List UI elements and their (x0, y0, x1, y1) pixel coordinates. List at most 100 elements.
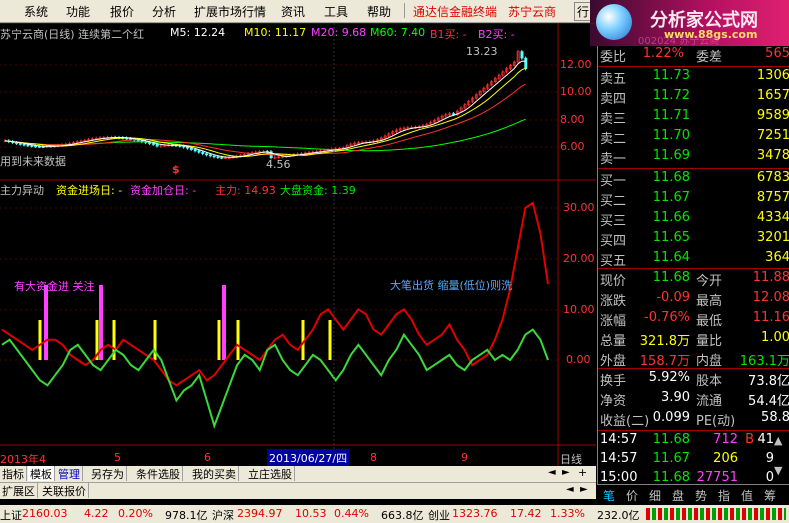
prev-arrow-icon[interactable]: ◄ (548, 467, 556, 478)
stat-label: 最高 (696, 294, 723, 309)
indicator-tabbar: 指标 模板 管理 另存为 条件选股 我的买卖 立庄选股 ◄ ► + (0, 466, 596, 482)
bid-label: 买二 (600, 194, 627, 209)
chart-canvas[interactable] (0, 23, 596, 466)
menu-analysis[interactable]: 分析 (152, 3, 176, 20)
scroll-up-icon[interactable]: ▲ (774, 434, 782, 447)
right-tab[interactable]: 盘 (672, 487, 684, 504)
ma60-label: M60: 7.40 (370, 26, 426, 39)
market-breadth-bar (646, 508, 786, 520)
bid-volume: 364 (765, 250, 789, 265)
right-tab[interactable]: 笔 (603, 487, 615, 504)
fund-add-label: 资金加仓日: - (130, 184, 197, 197)
order-ratio-value: 1.22% (642, 46, 684, 61)
cy-value: 1323.76 (452, 507, 498, 520)
bid-row: 买一 11.68 6783 (598, 170, 789, 190)
add-icon[interactable]: + (578, 466, 587, 479)
period-label[interactable]: 日线 (560, 451, 582, 467)
tick-time: 15:00 (600, 470, 638, 485)
ma60-line (4, 118, 526, 152)
tab-dealer-pick[interactable]: 立庄选股 (246, 466, 295, 481)
menu-link-stock[interactable]: 苏宁云商 (508, 3, 556, 20)
hs-amount: 663.8亿 (381, 509, 424, 522)
hs-value: 2394.97 (237, 507, 283, 520)
menu-tools[interactable]: 工具 (324, 3, 348, 20)
tick-volume: 27751 (696, 470, 738, 485)
next-arrow-icon[interactable]: ► (562, 467, 570, 478)
menu-extended-market[interactable]: 扩展市场行情 (194, 3, 266, 20)
right-tab[interactable]: 值 (741, 487, 753, 504)
bid-volume: 3201 (756, 230, 789, 245)
cy-change: 17.42 (510, 507, 542, 520)
tab-condition-pick[interactable]: 条件选股 (134, 466, 183, 481)
scroll-down-icon[interactable]: ▼ (774, 464, 782, 477)
tick-time: 14:57 (600, 451, 638, 466)
stat-value: 163.1万 (739, 354, 789, 369)
menu-system[interactable]: 系统 (24, 3, 48, 20)
tick-volume: 206 (713, 451, 738, 466)
stat-label: 现价 (600, 274, 627, 289)
stat-value: 5.92% (648, 370, 690, 385)
candle-body (34, 145, 38, 148)
tab-extension[interactable]: 扩展区 (0, 483, 38, 498)
order-ratio-row: 委比 1.22% 委差 565 (598, 46, 789, 66)
stat2-row: 收益(二) 0.099 PE(动) 58.8 (598, 410, 789, 430)
menu-function[interactable]: 功能 (66, 3, 90, 20)
stat-value: 11.16 (752, 310, 789, 325)
candle-body (193, 149, 197, 152)
signal-annotation-buy: 有大资金进 关注 (14, 280, 95, 293)
prev-arrow-icon[interactable]: ◄ (566, 484, 574, 495)
menu-news[interactable]: 资讯 (281, 3, 305, 20)
price-ytick: 8.00 (560, 113, 585, 126)
stat-label: 总量 (600, 334, 627, 349)
next-arrow-icon[interactable]: ► (580, 484, 588, 495)
chart-panel[interactable]: 苏宁云商(日线) 连续第二个红 M5: 12.24 M10: 11.17 M20… (0, 23, 596, 467)
tab-save-as[interactable]: 另存为 (89, 466, 127, 481)
price-ytick: 12.00 (560, 58, 592, 71)
tab-related-quote[interactable]: 关联报价 (40, 483, 89, 498)
price-ytick: 6.00 (560, 140, 585, 153)
stat-row: 涨跌 -0.09 最高 12.08 (598, 290, 789, 310)
candle-body (520, 51, 524, 59)
right-tab[interactable]: 筹 (764, 487, 776, 504)
tab-my-trades[interactable]: 我的买卖 (190, 466, 239, 481)
market-fund-label: 大盘资金: 1.39 (280, 184, 356, 197)
candle-body (22, 143, 26, 146)
hs-label: 沪深 (212, 509, 234, 522)
tick-price: 11.68 (652, 432, 690, 447)
ind-ytick: 0.00 (566, 353, 591, 366)
right-tab[interactable]: 指 (718, 487, 730, 504)
stat-row: 总量 321.8万 量比 1.00 (598, 330, 789, 350)
divider (598, 368, 789, 369)
ma10-label: M10: 11.17 (244, 26, 307, 39)
ma5-line (4, 60, 526, 158)
sh-change: 4.22 (84, 507, 109, 520)
ask-price: 11.71 (652, 108, 690, 123)
candle-body (197, 150, 201, 153)
candle-body (524, 57, 528, 70)
ask-volume: 1657 (756, 88, 789, 103)
ask-row: 卖二 11.70 7251 (598, 128, 789, 148)
stat-label: 今开 (696, 274, 723, 289)
indicator-title[interactable]: 主力异动 (0, 182, 44, 198)
ask-price: 11.72 (652, 88, 690, 103)
time-axis-month: 5 (114, 451, 121, 464)
menu-help[interactable]: 帮助 (367, 3, 391, 20)
right-tab[interactable]: 价 (626, 487, 638, 504)
right-tab[interactable]: 势 (695, 487, 707, 504)
menu-quote[interactable]: 报价 (110, 3, 134, 20)
tab-manage[interactable]: 管理 (56, 466, 83, 481)
stat-label: 涨跌 (600, 294, 627, 309)
sh-amount: 978.1亿 (165, 509, 208, 522)
candle-body (189, 147, 193, 150)
right-tab[interactable]: 细 (649, 487, 661, 504)
tab-template[interactable]: 模板 (28, 466, 55, 481)
main-force-line (1, 201, 549, 387)
ask-label: 卖一 (600, 152, 627, 167)
ask-volume: 9589 (756, 108, 789, 123)
order-diff-label: 委差 (696, 50, 723, 65)
ask-price: 11.70 (652, 128, 690, 143)
stat-value: 73.8亿 (748, 374, 789, 389)
site-logo: 分析家公式网 www.88gs.com 002024 苏宁云商 (590, 0, 789, 47)
menu-link-terminal[interactable]: 通达信金融终端 (413, 3, 497, 20)
tab-indicator[interactable]: 指标 (0, 466, 27, 481)
